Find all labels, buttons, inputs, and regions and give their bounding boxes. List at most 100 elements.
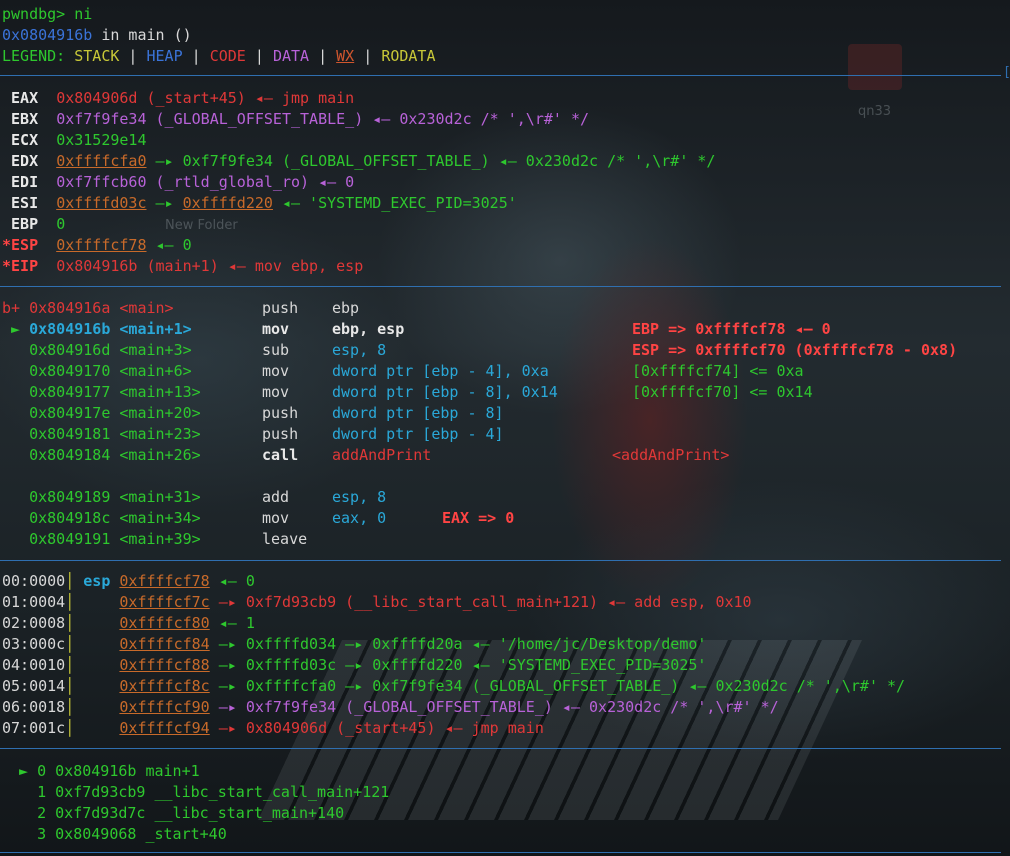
location-addr: 0x0804916b <box>2 26 93 44</box>
current-location: 0x0804916b in main () <box>2 25 192 46</box>
disasm-row[interactable]: 0x804916d <main+3> <box>2 340 210 361</box>
disasm-addr: 0x804916a <box>20 299 111 317</box>
disasm-note: EBP => 0xffffcf78 ◂— 0 <box>632 320 831 338</box>
stack-reg <box>83 593 110 611</box>
disasm-symbol: <main> <box>110 299 210 317</box>
frame-marker <box>10 804 28 822</box>
disasm-row-current[interactable]: ► 0x804916b <main+1> <box>2 319 210 340</box>
frame-text: 1 0xf7d93cb9 __libc_start_call_main+121 <box>28 783 390 801</box>
register-rest: (_start+45) ◂— jmp main <box>137 89 355 107</box>
backtrace-frame[interactable]: 3 0x8049068 _start+40 <box>10 824 227 845</box>
disasm-row[interactable]: 0x8049170 <main+6> <box>2 361 210 382</box>
stack-row[interactable]: 02:0008│ 0xffffcf80 ◂— 1 <box>2 613 255 634</box>
stack-row[interactable]: 00:0000│ esp 0xffffcf78 ◂— 0 <box>2 571 255 592</box>
stack-row[interactable]: 04:0010│ 0xffffcf88 —▸ 0xffffd03c —▸ 0xf… <box>2 655 706 676</box>
location-text: in main () <box>92 26 192 44</box>
disasm-row[interactable]: 0x8049181 <main+23> <box>2 424 210 445</box>
disasm-args: eax, 0 <box>332 509 387 527</box>
register-rest: —▸ 0xf7f9fe34 (_GLOBAL_OFFSET_TABLE_) ◂—… <box>146 152 716 170</box>
disasm-op: push <box>262 425 299 443</box>
register-rest: ◂— 0 <box>146 236 192 254</box>
disasm-op: mov <box>262 320 290 338</box>
disasm-op: push <box>262 404 299 422</box>
stack-reg <box>83 614 110 632</box>
disasm-op: mov <box>262 509 290 527</box>
stack-value: —▸ 0xffffcfa0 —▸ 0xf7f9fe34 (_GLOBAL_OFF… <box>209 677 906 695</box>
stack-value: —▸ 0xffffd03c —▸ 0xffffd220 ◂— 'SYSTEMD_… <box>209 656 707 674</box>
disasm-row[interactable]: 0x804918c <main+34> <box>2 508 210 529</box>
disasm-row[interactable]: b+ 0x804916a <main> <box>2 298 210 319</box>
disasm-marker <box>2 362 20 380</box>
register-row: EDI 0xf7ffcb60 (_rtld_global_ro) ◂— 0 <box>2 172 354 193</box>
gdb-prompt[interactable]: pwndbg> ni <box>2 4 92 25</box>
legend-sep: | <box>354 47 382 65</box>
stack-addr: 0xffffcf84 <box>119 635 210 653</box>
legend-code: CODE <box>209 47 246 65</box>
register-rest: (_GLOBAL_OFFSET_TABLE_) ◂— 0x230d2c /* '… <box>146 110 590 128</box>
stack-row[interactable]: 07:001c│ 0xffffcf94 —▸ 0x804906d (_start… <box>2 718 544 739</box>
disasm-op: push <box>262 299 299 317</box>
register-row: EBP 0 <box>2 214 65 235</box>
disasm-symbol: <main+26> <box>110 446 210 464</box>
stack-reg <box>83 677 110 695</box>
stack-value: —▸ 0xffffd034 —▸ 0xffffd20a ◂— '/home/jc… <box>209 635 707 653</box>
stack-reg <box>83 698 110 716</box>
disasm-row[interactable]: 0x8049191 <main+39> <box>2 529 210 550</box>
stack-reg <box>83 635 110 653</box>
register-row: ESI 0xffffd03c —▸ 0xffffd220 ◂— 'SYSTEMD… <box>2 193 517 214</box>
disasm-args: ebp <box>332 299 360 317</box>
desktop-folder2-label: New Folder <box>165 218 238 233</box>
register-row: ECX 0x31529e14 <box>2 130 146 151</box>
disasm-addr: 0x8049184 <box>20 446 111 464</box>
disasm-addr: 0x804918c <box>20 509 111 527</box>
disasm-marker <box>2 383 20 401</box>
breakpoint-marker: b+ <box>2 299 21 317</box>
legend-sep: | <box>182 47 210 65</box>
stack-addr: 0xffffcf80 <box>119 614 210 632</box>
stack-row[interactable]: 06:0018│ 0xffffcf90 —▸ 0xf7f9fe34 (_GLOB… <box>2 697 779 718</box>
current-frame-marker: ► <box>10 762 29 780</box>
stack-row[interactable]: 05:0014│ 0xffffcf8c —▸ 0xffffcfa0 —▸ 0xf… <box>2 676 905 697</box>
disasm-row[interactable]: 0x804917e <main+20> <box>2 403 210 424</box>
stack-row[interactable]: 03:000c│ 0xffffcf84 —▸ 0xffffd034 —▸ 0xf… <box>2 634 706 655</box>
disasm-row[interactable]: 0x8049184 <main+26> <box>2 445 210 466</box>
stack-addr: 0xffffcf94 <box>119 719 210 737</box>
backtrace-frame[interactable]: ► 0 0x804916b main+1 <box>10 761 200 782</box>
disasm-note: <addAndPrint> <box>612 446 730 464</box>
disasm-op: sub <box>262 341 290 359</box>
register-row: EAX 0x804906d (_start+45) ◂— jmp main <box>2 88 354 109</box>
register-value: 0xffffd03c <box>56 194 147 212</box>
disasm-separator <box>0 286 1001 287</box>
disasm-marker <box>2 530 20 548</box>
stack-offset: 07:001c <box>2 719 66 737</box>
register-value: 0xf7f9fe34 <box>56 110 147 128</box>
register-name: EDX <box>2 152 39 170</box>
disasm-marker <box>2 425 20 443</box>
backtrace-separator <box>0 748 1001 749</box>
register-rest: ◂— 'SYSTEMD_EXEC_PID=3025' <box>272 194 517 212</box>
disasm-symbol: <main+23> <box>110 425 210 443</box>
register-value: 0 <box>56 215 66 233</box>
disasm-row[interactable]: 0x8049177 <main+13> <box>2 382 210 403</box>
backtrace-frame[interactable]: 1 0xf7d93cb9 __libc_start_call_main+121 <box>10 782 389 803</box>
register-name: EBP <box>2 215 39 233</box>
legend-prefix: LEGEND: <box>2 47 75 65</box>
stack-reg <box>83 656 110 674</box>
disasm-call-target[interactable]: addAndPrint <box>332 445 431 466</box>
register-name: ESI <box>2 194 39 212</box>
disasm-marker <box>2 341 20 359</box>
separator-tick: [ <box>1003 65 1010 80</box>
legend-sep: | <box>245 47 273 65</box>
disasm-addr: 0x8049191 <box>20 530 111 548</box>
stack-row[interactable]: 01:0004│ 0xffffcf7c —▸ 0xf7d93cb9 (__lib… <box>2 592 752 613</box>
register-value: 0xffffcfa0 <box>56 152 147 170</box>
frame-marker <box>10 783 28 801</box>
disasm-row[interactable]: 0x8049189 <main+31> <box>2 487 210 508</box>
backtrace-frame[interactable]: 2 0xf7d93d7c __libc_start_main+140 <box>10 803 344 824</box>
stack-offset: 05:0014 <box>2 677 66 695</box>
disasm-addr: 0x8049177 <box>20 383 111 401</box>
register-arrow: —▸ <box>146 194 183 212</box>
disasm-addr: 0x8049189 <box>20 488 111 506</box>
register-name: EDI <box>2 173 39 191</box>
desktop-folder-icon[interactable] <box>848 44 902 90</box>
